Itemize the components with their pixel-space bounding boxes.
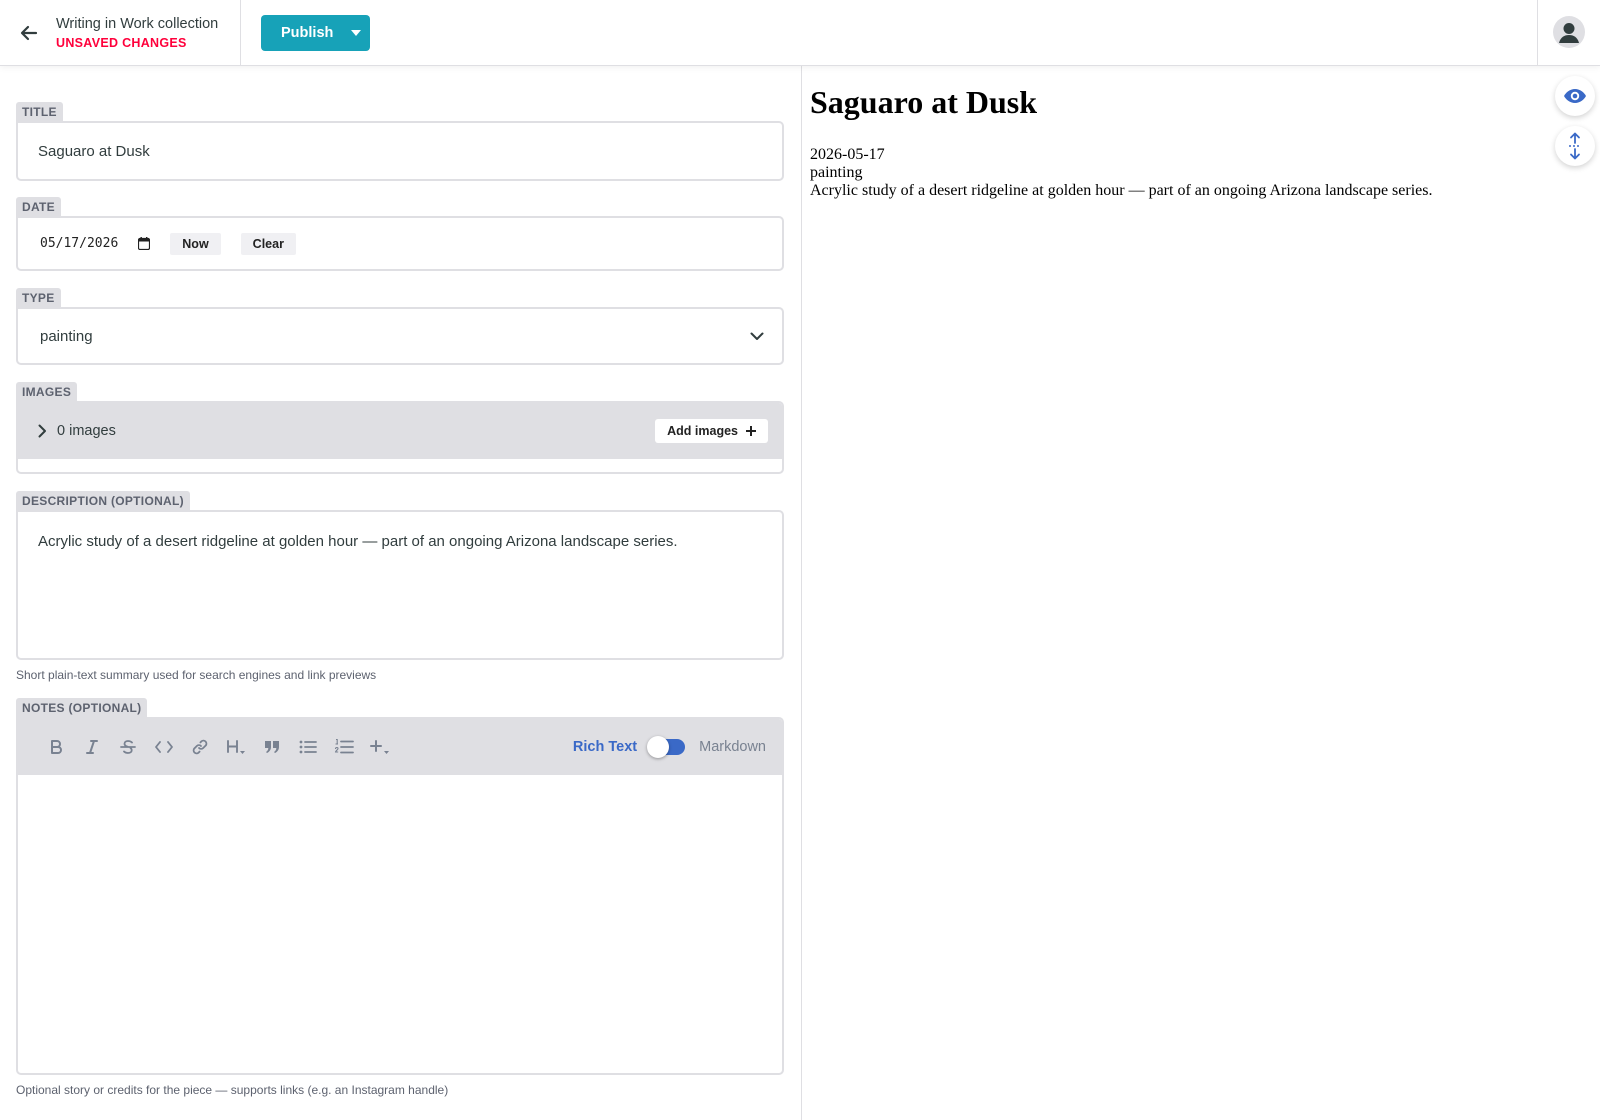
add-images-button[interactable]: Add images — [655, 419, 768, 443]
type-select-value: painting — [40, 327, 93, 345]
code-icon[interactable] — [146, 729, 182, 765]
sync-scroll-icon[interactable] — [1555, 126, 1595, 166]
title-field: TITLE Saguaro at Dusk — [16, 102, 784, 181]
notes-content-area[interactable] — [18, 775, 782, 1073]
notes-toolbar: Rich Text Markdown — [18, 719, 782, 775]
preview-date: 2026-05-17 — [810, 146, 885, 163]
numbered-list-icon[interactable] — [326, 729, 362, 765]
now-button[interactable]: Now — [170, 232, 221, 255]
bold-icon[interactable] — [38, 729, 74, 765]
publish-button[interactable]: Publish — [261, 15, 370, 51]
images-count: 0 images — [57, 423, 116, 439]
strikethrough-icon[interactable] — [110, 729, 146, 765]
date-field: DATE 05/17/2026 Now Clear — [16, 197, 784, 271]
plus-icon — [746, 426, 756, 436]
date-input[interactable]: 05/17/2026 — [40, 236, 118, 251]
type-field: TYPE painting — [16, 288, 784, 365]
back-arrow-icon[interactable] — [16, 18, 42, 48]
description-hint: Short plain-text summary used for search… — [16, 668, 377, 682]
add-component-icon[interactable] — [362, 729, 398, 765]
field-label: NOTES (OPTIONAL) — [16, 698, 148, 717]
type-select[interactable]: painting — [16, 307, 784, 365]
field-label: IMAGES — [16, 382, 78, 401]
field-label: DESCRIPTION (OPTIONAL) — [16, 491, 190, 510]
preview-toggle-eye-icon[interactable] — [1555, 76, 1595, 116]
editor-mode-toggle[interactable] — [647, 736, 686, 758]
publish-label: Publish — [281, 25, 334, 41]
title-input[interactable]: Saguaro at Dusk — [16, 121, 784, 181]
quote-icon[interactable] — [254, 729, 290, 765]
notes-editor: Rich Text Markdown — [16, 717, 784, 1075]
rich-text-mode-label[interactable]: Rich Text — [573, 739, 637, 755]
preview-type: painting — [810, 164, 863, 181]
images-list: 0 images Add images — [16, 401, 784, 474]
chevron-down-icon — [750, 332, 764, 340]
collection-title: Writing in Work collection — [56, 16, 219, 32]
notes-hint: Optional story or credits for the piece … — [16, 1083, 449, 1097]
caret-down-icon[interactable] — [341, 30, 370, 36]
divider — [1537, 0, 1538, 66]
preview-pane: Saguaro at Dusk 2026-05-17 painting Acry… — [802, 66, 1600, 1120]
link-icon[interactable] — [182, 729, 218, 765]
field-label: TYPE — [16, 288, 61, 307]
add-images-label: Add images — [667, 424, 738, 438]
preview-description: Acrylic study of a desert ridgeline at g… — [810, 182, 1433, 199]
heading-icon[interactable] — [218, 729, 254, 765]
bulleted-list-icon[interactable] — [290, 729, 326, 765]
user-avatar-icon[interactable] — [1553, 16, 1585, 48]
field-label: DATE — [16, 197, 61, 216]
unsaved-status: UNSAVED CHANGES — [56, 36, 187, 50]
calendar-icon[interactable] — [138, 237, 151, 250]
date-input-box: 05/17/2026 Now Clear — [16, 216, 784, 271]
clear-button[interactable]: Clear — [240, 232, 296, 255]
editor-pane: TITLE Saguaro at Dusk DATE 05/17/2026 No… — [0, 66, 801, 1120]
top-bar: Writing in Work collection UNSAVED CHANG… — [0, 0, 1600, 66]
description-textarea[interactable]: Acrylic study of a desert ridgeline at g… — [16, 510, 784, 660]
preview-title: Saguaro at Dusk — [810, 84, 1038, 120]
notes-field: NOTES (OPTIONAL) Rich Text Markdown Opti… — [16, 698, 784, 1097]
images-field: IMAGES 0 images Add images — [16, 382, 784, 474]
markdown-mode-label[interactable]: Markdown — [699, 739, 766, 755]
divider — [240, 0, 241, 66]
toggle-knob — [647, 736, 670, 758]
collection-info: Writing in Work collection UNSAVED CHANG… — [56, 15, 218, 50]
images-header[interactable]: 0 images Add images — [18, 403, 782, 459]
field-label: TITLE — [16, 102, 63, 121]
chevron-right-icon[interactable] — [38, 424, 47, 438]
italic-icon[interactable] — [74, 729, 110, 765]
description-field: DESCRIPTION (OPTIONAL) Acrylic study of … — [16, 491, 784, 682]
